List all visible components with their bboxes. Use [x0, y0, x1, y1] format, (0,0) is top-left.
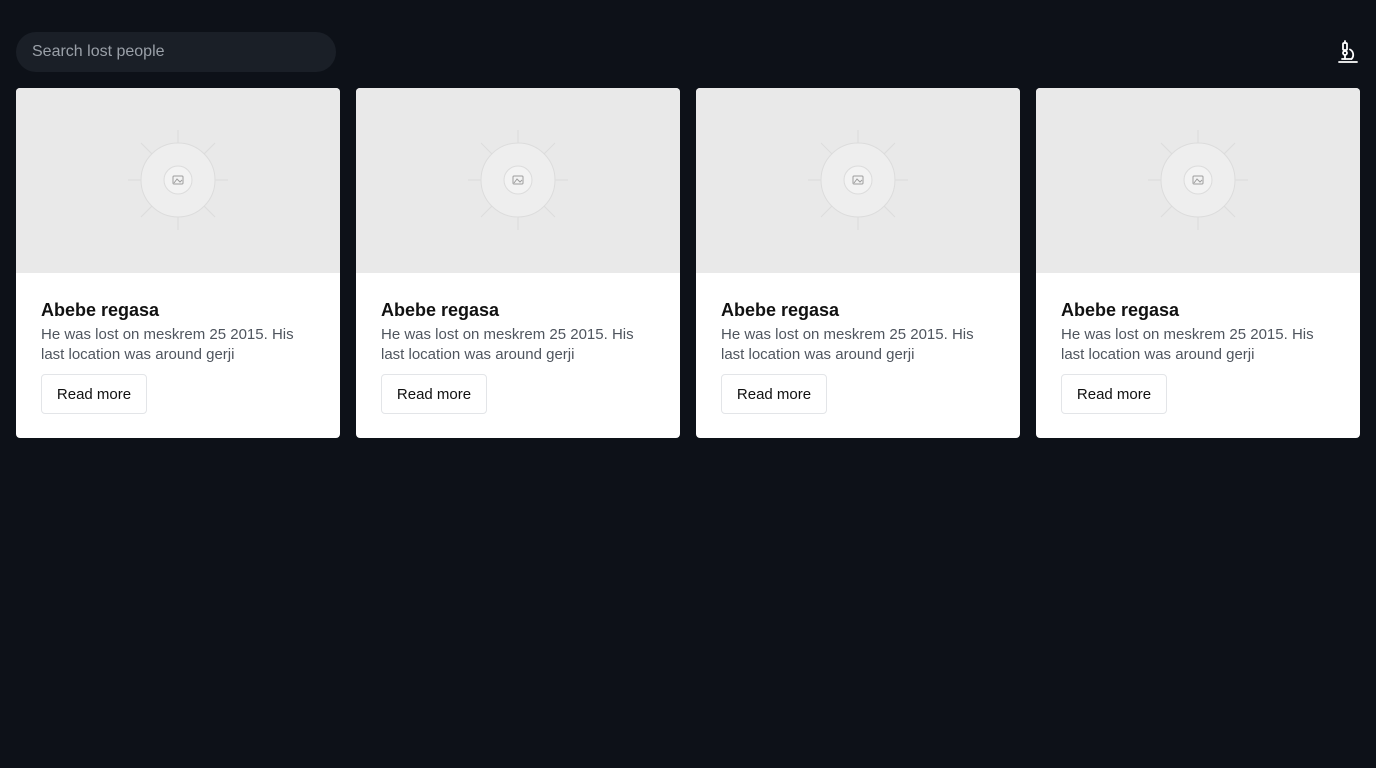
- person-card: Abebe regasa He was lost on meskrem 25 2…: [696, 88, 1020, 438]
- read-more-button[interactable]: Read more: [721, 374, 827, 414]
- person-name: Abebe regasa: [721, 300, 840, 320]
- person-image-placeholder: [16, 88, 340, 273]
- image-placeholder-icon: [808, 130, 908, 230]
- lost-people-grid: Abebe regasa He was lost on meskrem 25 2…: [16, 88, 1360, 438]
- microscope-icon: [1338, 40, 1358, 63]
- image-placeholder-icon: [1148, 130, 1248, 230]
- person-description: He was lost on meskrem 25 2015. His last…: [721, 326, 974, 363]
- read-more-button[interactable]: Read more: [41, 374, 147, 414]
- person-description: He was lost on meskrem 25 2015. His last…: [41, 326, 294, 363]
- person-description: He was lost on meskrem 25 2015. His last…: [1061, 326, 1314, 363]
- person-image-placeholder: [356, 88, 680, 273]
- image-placeholder-icon: [128, 130, 228, 230]
- image-placeholder-icon: [468, 130, 568, 230]
- person-name: Abebe regasa: [41, 300, 160, 320]
- person-name: Abebe regasa: [1061, 300, 1180, 320]
- person-card: Abebe regasa He was lost on meskrem 25 2…: [16, 88, 340, 438]
- search-input[interactable]: [16, 32, 336, 72]
- microscope-button[interactable]: [1334, 38, 1362, 66]
- read-more-button[interactable]: Read more: [1061, 374, 1167, 414]
- person-image-placeholder: [696, 88, 1020, 273]
- person-name: Abebe regasa: [381, 300, 500, 320]
- top-bar: [0, 0, 1376, 88]
- person-card: Abebe regasa He was lost on meskrem 25 2…: [1036, 88, 1360, 438]
- read-more-button[interactable]: Read more: [381, 374, 487, 414]
- person-card: Abebe regasa He was lost on meskrem 25 2…: [356, 88, 680, 438]
- person-description: He was lost on meskrem 25 2015. His last…: [381, 326, 634, 363]
- person-image-placeholder: [1036, 88, 1360, 273]
